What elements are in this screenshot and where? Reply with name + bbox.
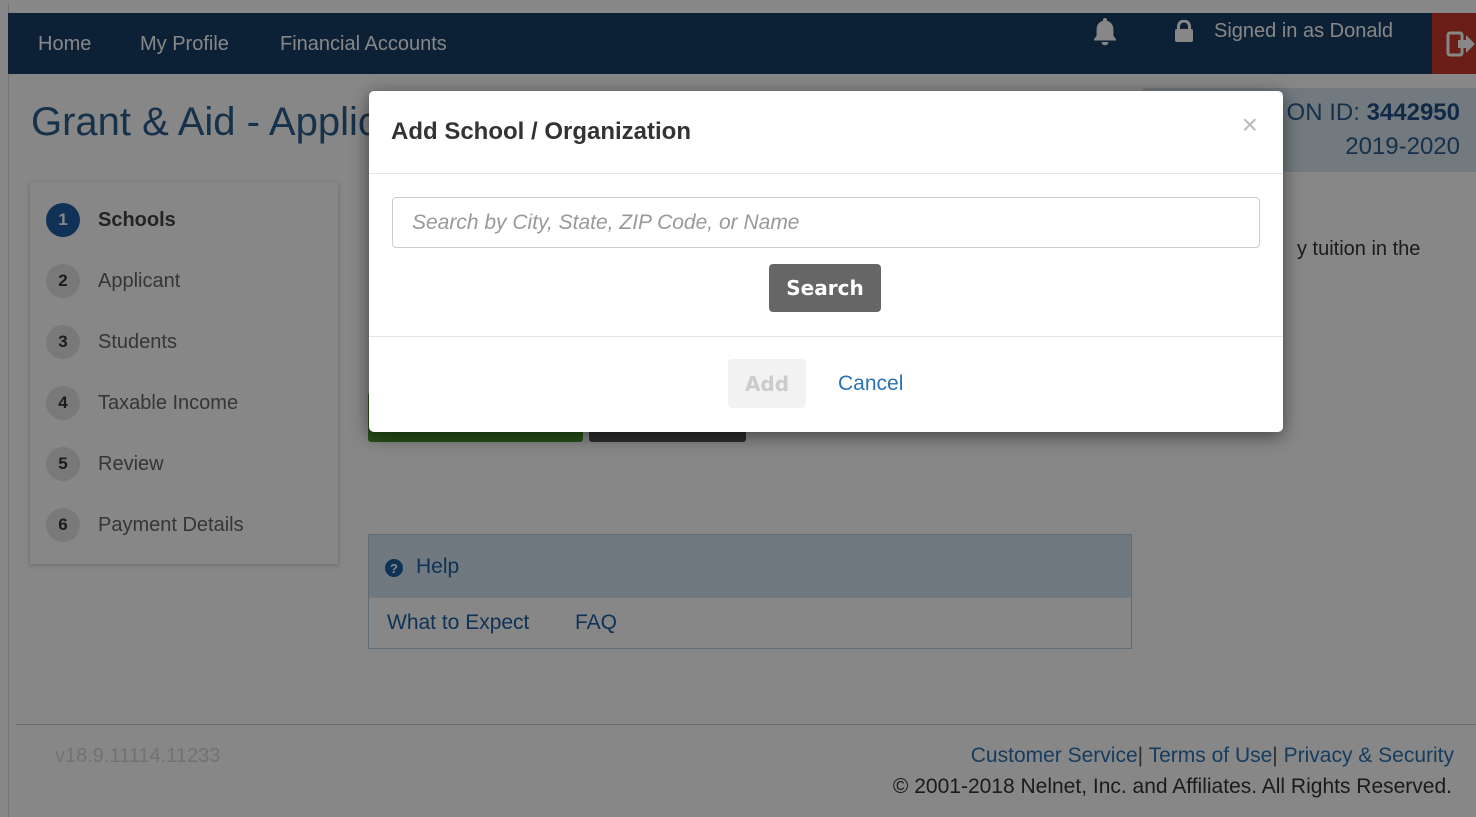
add-button[interactable]: Add	[728, 359, 806, 408]
school-search-input[interactable]	[392, 197, 1260, 248]
modal-header-divider	[369, 173, 1283, 174]
close-icon[interactable]: ×	[1242, 111, 1258, 139]
modal-title: Add School / Organization	[391, 118, 691, 145]
add-school-modal: Add School / Organization × Search Add C…	[369, 91, 1283, 432]
cancel-link[interactable]: Cancel	[838, 372, 903, 396]
search-button[interactable]: Search	[769, 264, 881, 312]
modal-footer-divider	[369, 336, 1283, 337]
